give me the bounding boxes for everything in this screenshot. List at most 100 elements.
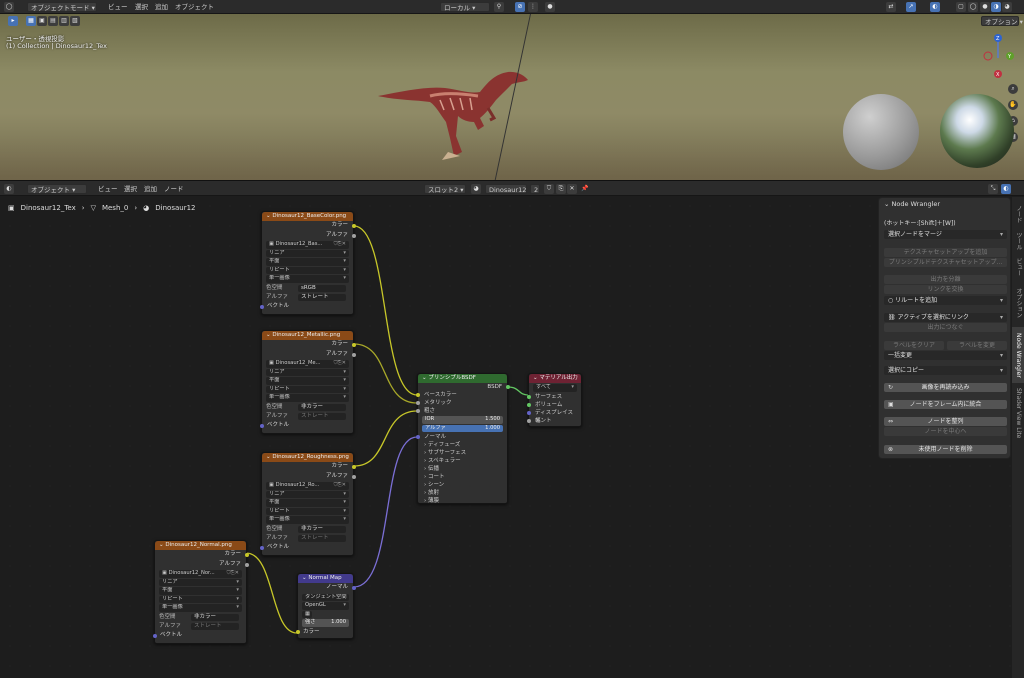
- image-selector[interactable]: ▣ Dinosaur12_Nor... ⛉⎘✕: [159, 570, 242, 578]
- alpha-mode-row[interactable]: アルファ ストレート: [262, 293, 353, 302]
- projection-dropdown[interactable]: 平面 ▾: [159, 587, 242, 595]
- select-merge-dropdown[interactable]: 選択ノードをマージ ▾: [884, 230, 1007, 239]
- extension-dropdown[interactable]: リピート ▾: [266, 266, 349, 274]
- image-selector[interactable]: ▣ Dinosaur12_Ro... ⛉⎘✕: [266, 482, 349, 490]
- delete-unused-button[interactable]: ⊗ 未使用ノードを削除: [884, 445, 1007, 454]
- batch-change-dropdown[interactable]: 一括変更 ▾: [884, 351, 1007, 360]
- clear-label-button[interactable]: ラベルをクリア: [884, 341, 944, 350]
- extension-dropdown[interactable]: リピート ▾: [266, 385, 349, 393]
- source-dropdown[interactable]: 単一画像 ▾: [266, 394, 349, 402]
- tab-tool[interactable]: ツール: [1012, 229, 1024, 253]
- colorspace-row[interactable]: 色空間 sRGB: [262, 284, 353, 293]
- node-header[interactable]: ⌄ Dinosaur12_Metallic.png: [262, 331, 353, 340]
- add-reroute-dropdown[interactable]: ○ リルートを追加 ▾: [884, 296, 1007, 305]
- panel-subsurface[interactable]: › サブサーフェス: [418, 449, 507, 457]
- socket-vector[interactable]: [152, 633, 157, 638]
- socket-volume[interactable]: [526, 402, 531, 407]
- image-selector[interactable]: ▣ Dinosaur12_Bas... ⛉⎘✕: [266, 241, 349, 249]
- node-image-texture-basecolor[interactable]: ⌄ Dinosaur12_BaseColor.png カラー アルファ ▣ Di…: [259, 211, 356, 315]
- colorspace-row[interactable]: 色空間 非カラー: [262, 525, 353, 534]
- copy-to-selected-dropdown[interactable]: 選択にコピー ▾: [884, 366, 1007, 375]
- socket-color[interactable]: [244, 553, 249, 557]
- source-dropdown[interactable]: 単一画像 ▾: [266, 275, 349, 283]
- uv-map-icon[interactable]: ▦: [302, 610, 312, 618]
- socket-base-color[interactable]: [415, 393, 420, 397]
- tab-shader-view-lite[interactable]: Shader View Lite: [1012, 385, 1024, 441]
- tab-node[interactable]: ノード: [1012, 201, 1024, 227]
- panel-header[interactable]: ⌄ Node Wrangler: [879, 198, 1010, 211]
- frame-selected-button[interactable]: ▣ ノードをフレーム内に統合: [884, 400, 1007, 409]
- align-nodes-button[interactable]: ⇔ ノードを整列: [884, 417, 1007, 426]
- socket-normal[interactable]: [415, 435, 420, 439]
- panel-coat[interactable]: › コート: [418, 473, 507, 481]
- strength-slider[interactable]: 強さ 1.000: [302, 619, 349, 627]
- node-principled-bsdf[interactable]: ⌄ プリンシプルBSDF BSDF ベースカラー メタリック 粗さ IOR 1.5…: [415, 373, 510, 505]
- socket-normal[interactable]: [351, 586, 356, 590]
- source-dropdown[interactable]: 単一画像 ▾: [266, 516, 349, 524]
- panel-emission[interactable]: › 放射: [418, 489, 507, 497]
- alpha-mode-row[interactable]: アルファ ストレート: [262, 534, 353, 543]
- interpolation-dropdown[interactable]: リニア ▾: [266, 368, 349, 376]
- tex-setup-button[interactable]: テクスチャセットアップを追加: [884, 248, 1007, 257]
- colorspace-row[interactable]: 色空間 非カラー: [155, 613, 246, 622]
- socket-alpha[interactable]: [351, 352, 356, 357]
- panel-diffuse[interactable]: › ディフューズ: [418, 441, 507, 449]
- image-selector[interactable]: ▣ Dinosaur12_Me... ⛉⎘✕: [266, 360, 349, 368]
- alpha-slider[interactable]: アルファ 1.000: [422, 424, 503, 432]
- socket-alpha[interactable]: [244, 562, 249, 567]
- node-header[interactable]: ⌄ プリンシプルBSDF: [418, 374, 507, 383]
- socket-metallic[interactable]: [415, 401, 420, 405]
- node-header[interactable]: ⌄ Dinosaur12_BaseColor.png: [262, 212, 353, 221]
- socket-surface[interactable]: [526, 394, 531, 399]
- node-image-texture-metallic[interactable]: ⌄ Dinosaur12_Metallic.png カラー アルファ ▣ Din…: [259, 330, 356, 434]
- socket-bsdf[interactable]: [505, 385, 510, 389]
- socket-vector[interactable]: [259, 304, 264, 309]
- reload-images-button[interactable]: ↻ 画像を再読み込み: [884, 383, 1007, 392]
- node-material-output[interactable]: ⌄ マテリアル出力 すべて ▾ サーフェス ボリューム ディスプレイスメント 幅: [526, 373, 582, 427]
- swap-links-button[interactable]: リンクを交換: [884, 285, 1007, 294]
- projection-dropdown[interactable]: 平面 ▾: [266, 377, 349, 385]
- node-image-texture-normal[interactable]: ⌄ Dinosaur12_Normal.png カラー アルファ ▣ Dinos…: [152, 540, 249, 644]
- node-header[interactable]: ⌄ Dinosaur12_Roughness.png: [262, 453, 353, 462]
- panel-thin-film[interactable]: › 薄膜: [418, 497, 507, 505]
- node-header[interactable]: ⌄ Normal Map: [298, 574, 353, 583]
- projection-dropdown[interactable]: 平面 ▾: [266, 499, 349, 507]
- tab-view[interactable]: ビュー: [1012, 255, 1024, 279]
- ior-slider[interactable]: IOR 1.500: [422, 416, 503, 424]
- socket-color[interactable]: [351, 465, 356, 469]
- projection-dropdown[interactable]: 平面 ▾: [266, 258, 349, 266]
- socket-color[interactable]: [351, 343, 356, 347]
- output-split-button[interactable]: 出力を分離: [884, 275, 1007, 284]
- connect-output-button[interactable]: 出力につなぐ: [884, 323, 1007, 332]
- socket-color[interactable]: [351, 224, 356, 228]
- link-active-dropdown[interactable]: ⛓ アクティブを選択にリンク ▾: [884, 313, 1007, 322]
- center-nodes-button[interactable]: ノードを中心へ: [884, 427, 1007, 436]
- panel-specular[interactable]: › スペキュラー: [418, 457, 507, 465]
- panel-transmission[interactable]: › 伝播: [418, 465, 507, 473]
- node-header[interactable]: ⌄ マテリアル出力: [529, 374, 581, 383]
- colorspace-row[interactable]: 色空間 非カラー: [262, 403, 353, 412]
- extension-dropdown[interactable]: リピート ▾: [159, 595, 242, 603]
- socket-vector[interactable]: [259, 423, 264, 428]
- tab-node-wrangler[interactable]: Node Wrangler: [1012, 327, 1024, 383]
- socket-vector[interactable]: [259, 545, 264, 550]
- interpolation-dropdown[interactable]: リニア ▾: [159, 578, 242, 586]
- socket-alpha[interactable]: [351, 474, 356, 479]
- socket-color[interactable]: [295, 629, 300, 634]
- source-dropdown[interactable]: 単一画像 ▾: [159, 604, 242, 612]
- extension-dropdown[interactable]: リピート ▾: [266, 507, 349, 515]
- modify-label-button[interactable]: ラベルを変更: [947, 341, 1007, 350]
- space-dropdown[interactable]: タンジェント空間▾: [302, 593, 349, 601]
- interpolation-dropdown[interactable]: リニア ▾: [266, 249, 349, 257]
- alpha-mode-row[interactable]: アルファ ストレート: [155, 622, 246, 631]
- node-normal-map[interactable]: ⌄ Normal Map ノーマル タンジェント空間▾ OpenGL▾ ▦ 強さ…: [295, 573, 356, 639]
- alpha-mode-row[interactable]: アルファ ストレート: [262, 412, 353, 421]
- panel-sheen[interactable]: › シーン: [418, 481, 507, 489]
- tab-options[interactable]: オプション: [1012, 283, 1024, 323]
- node-image-texture-roughness[interactable]: ⌄ Dinosaur12_Roughness.png カラー アルファ ▣ Di…: [259, 452, 356, 556]
- node-header[interactable]: ⌄ Dinosaur12_Normal.png: [155, 541, 246, 550]
- target-dropdown[interactable]: すべて ▾: [533, 384, 577, 392]
- socket-thickness[interactable]: [526, 418, 531, 423]
- socket-alpha[interactable]: [351, 233, 356, 238]
- interpolation-dropdown[interactable]: リニア ▾: [266, 490, 349, 498]
